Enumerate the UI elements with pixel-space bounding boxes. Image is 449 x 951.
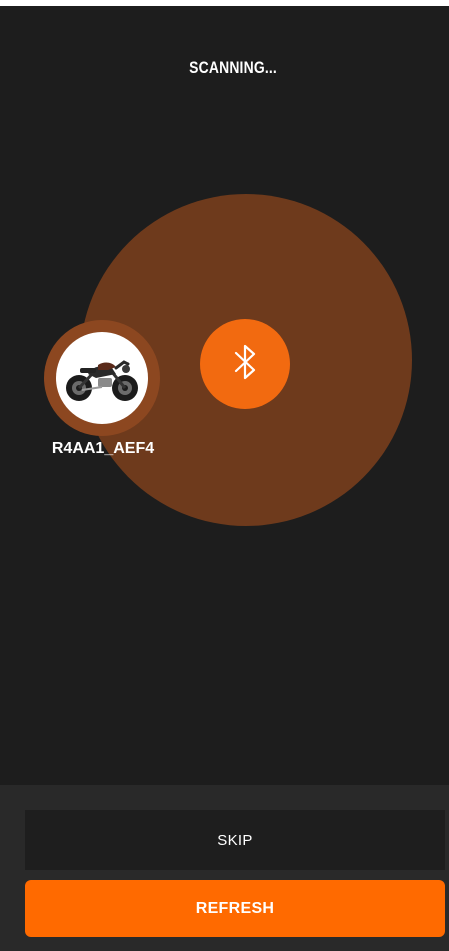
bluetooth-scan-button[interactable]: [200, 319, 290, 409]
skip-button-label: SKIP: [217, 831, 253, 849]
motorcycle-image[interactable]: [56, 332, 148, 424]
refresh-button[interactable]: REFRESH: [25, 880, 445, 937]
skip-button[interactable]: SKIP: [25, 810, 445, 870]
bluetooth-icon: [230, 342, 260, 387]
page-title: SCANNING...: [189, 58, 277, 77]
refresh-button-label: REFRESH: [195, 899, 275, 917]
device-name-label: R4AA1_AEF4: [51, 440, 155, 457]
